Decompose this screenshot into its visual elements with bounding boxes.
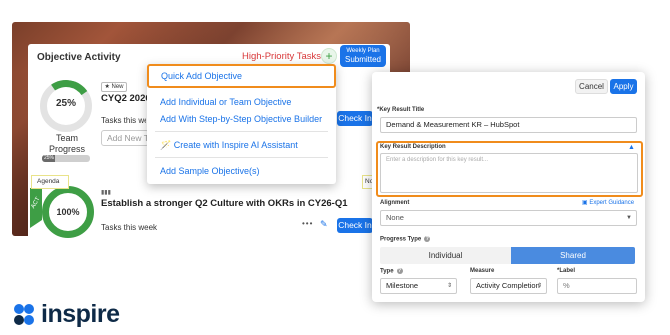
- more-options-icon[interactable]: •••: [302, 219, 313, 228]
- unit-label: *Label: [557, 268, 576, 274]
- key-result-description-textarea[interactable]: Enter a description for this key result.…: [380, 153, 638, 193]
- menu-divider: [155, 157, 328, 158]
- alignment-label: Alignment: [380, 200, 410, 206]
- apply-button[interactable]: Apply: [610, 79, 637, 94]
- alignment-select[interactable]: None ▼: [380, 210, 637, 226]
- type-text: Type: [380, 268, 394, 275]
- measure-select[interactable]: Activity Completion ⇕: [470, 278, 547, 294]
- new-badge: ★ New: [101, 82, 127, 92]
- menu-item-inspire-ai-assistant[interactable]: 🪄 Create with Inspire AI Assistant: [160, 140, 298, 151]
- expert-guidance-link[interactable]: ▣ Expert Guidance: [582, 199, 634, 206]
- add-new-task-input[interactable]: Add New T: [101, 130, 149, 146]
- progress-type-shared[interactable]: Shared: [511, 247, 635, 264]
- info-icon: ?: [396, 268, 403, 274]
- video-icon: ▣: [582, 200, 588, 206]
- measure-value: Activity Completion: [476, 281, 540, 290]
- measure-label: Measure: [470, 268, 495, 274]
- high-priority-tasks-label: High-Priority Tasks: [242, 51, 322, 62]
- menu-item-step-by-step-builder[interactable]: Add With Step-by-Step Objective Builder: [160, 114, 322, 124]
- bar-chart-icon: ▮▮▮: [101, 190, 111, 196]
- expert-guidance-label: Expert Guidance: [589, 200, 635, 206]
- info-icon: ?: [424, 236, 431, 242]
- weekly-plan-label: Weekly Plan: [346, 48, 380, 54]
- key-result-description-label: Key Result Description: [380, 144, 446, 150]
- caret-down-icon: ▼: [626, 215, 632, 221]
- add-objective-menu: Quick Add Objective Add Individual or Te…: [147, 64, 336, 184]
- objective-title[interactable]: Establish a stronger Q2 Culture with OKR…: [101, 198, 348, 209]
- key-result-title-label: *Key Result Title: [377, 107, 425, 113]
- add-objective-button[interactable]: +: [321, 48, 337, 64]
- type-label: Type?: [380, 268, 403, 275]
- type-select[interactable]: Milestone ⇕: [380, 278, 457, 294]
- menu-divider: [155, 131, 328, 132]
- high-priority-tasks-dropdown[interactable]: High-Priority Tasks▾: [242, 51, 327, 62]
- menu-item-quick-add-objective[interactable]: Quick Add Objective: [147, 64, 336, 88]
- menu-item-label: Create with Inspire AI Assistant: [173, 140, 298, 150]
- progress-percent: 25%: [55, 98, 76, 109]
- progress-type-individual[interactable]: Individual: [380, 247, 511, 264]
- check-in-button[interactable]: Check In: [337, 111, 373, 126]
- key-result-title-input[interactable]: Demand & Measurement KR – HubSpot: [380, 117, 637, 133]
- weekly-plan-button[interactable]: Weekly Plan Submitted: [340, 45, 386, 67]
- inspire-logo-icon: [14, 303, 34, 325]
- caret-down-icon: ⇕: [536, 283, 542, 289]
- tasks-this-week-label: Tasks this week: [101, 116, 146, 125]
- cancel-button[interactable]: Cancel: [575, 79, 608, 94]
- menu-item-add-sample-objectives[interactable]: Add Sample Objective(s): [160, 166, 260, 176]
- progress-type-label: Progress Type?: [380, 236, 431, 243]
- inspire-logo: inspire: [10, 300, 120, 329]
- agenda-tag[interactable]: Agenda: [31, 175, 69, 189]
- logo-text: inspire: [41, 300, 120, 328]
- weekly-plan-status: Submitted: [344, 55, 382, 64]
- progress-ring-25: 25%: [35, 75, 97, 137]
- magic-wand-icon: 🪄: [160, 140, 172, 150]
- team-progress-bar: 25%: [42, 155, 90, 162]
- team-progress-bar-value: 25%: [42, 155, 56, 162]
- type-value: Milestone: [386, 281, 419, 290]
- new-badge-label: New: [111, 84, 124, 90]
- menu-item-add-individual-or-team[interactable]: Add Individual or Team Objective: [160, 97, 291, 107]
- chevron-up-icon[interactable]: ▲: [628, 144, 635, 151]
- check-in-button[interactable]: Check In: [337, 218, 373, 233]
- tasks-this-week-label: Tasks this week: [101, 223, 158, 232]
- progress-percent: 100%: [56, 207, 80, 217]
- panel-title: Objective Activity: [37, 52, 121, 63]
- objective-title[interactable]: CYQ2 2026: [101, 93, 149, 104]
- star-icon: ★: [104, 84, 110, 90]
- progress-ring-100: 100%: [42, 186, 94, 238]
- caret-down-icon: ⇕: [446, 283, 452, 289]
- progress-type-text: Progress Type: [380, 236, 422, 243]
- stage: Objective Activity High-Priority Tasks▾ …: [0, 0, 670, 335]
- unit-input[interactable]: %: [557, 278, 637, 294]
- edit-pencil-icon[interactable]: ✎: [320, 219, 328, 230]
- alignment-value: None: [386, 213, 404, 222]
- team-progress-label: Team Progress: [48, 133, 85, 154]
